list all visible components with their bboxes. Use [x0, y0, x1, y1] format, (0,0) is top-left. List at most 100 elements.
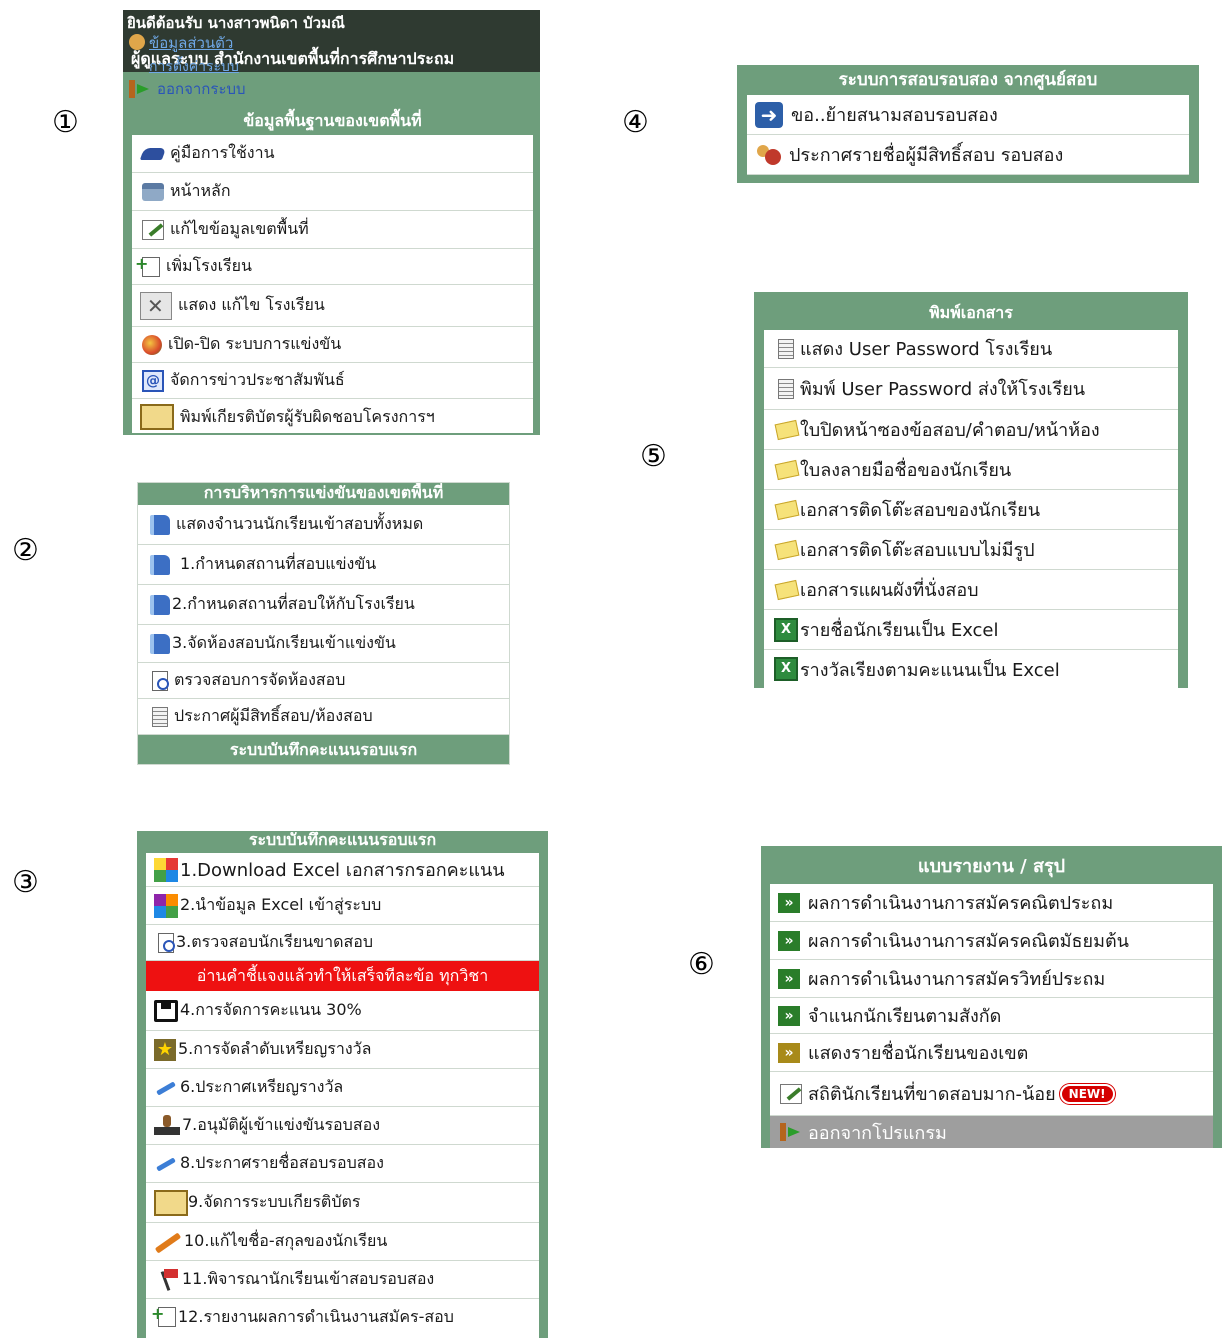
menu-item-toggle-system[interactable]: เปิด-ปิด ระบบการแข่งขัน — [132, 327, 533, 363]
double-chevron-icon: » — [778, 1005, 800, 1026]
certificate-icon — [140, 404, 174, 430]
excel-icon: X — [774, 657, 798, 681]
menu-item-report-math-primary[interactable]: » ผลการดำเนินงานการสมัครคณิตประถม — [770, 884, 1213, 922]
menu-item-label: แสดง แก้ไข โรงเรียน — [178, 295, 325, 314]
menu-item-move-venue[interactable]: ➜ ขอ..ย้ายสนามสอบรอบสอง — [747, 95, 1189, 135]
menu-item-announce-eligible[interactable]: ประกาศผู้มีสิทธิ์สอบ/ห้องสอบ — [138, 699, 509, 735]
menu-item-classify-students[interactable]: » จำแนกนักเรียนตามสังกัด — [770, 998, 1213, 1034]
menu-item-award-excel[interactable]: X รางวัลเรียงตามคะแนนเป็น Excel — [764, 650, 1178, 688]
panel-area-basic-info: ยินดีต้อนรับ นางสาวพนิดา บัวมณี ข้อมูลส่… — [123, 10, 540, 435]
menu-item-label: 3.จัดห้องสอบนักเรียนเข้าแข่งขัน — [172, 633, 396, 652]
menu-item-label: หน้าหลัก — [170, 181, 231, 200]
menu-item-label: เอกสารติดโต๊ะสอบของนักเรียน — [800, 500, 1041, 521]
menu-item-add-school[interactable]: เพิ่มโรงเรียน — [132, 249, 533, 285]
menu-item-list-students[interactable]: » แสดงรายชื่อนักเรียนของเขต — [770, 1034, 1213, 1072]
menu-item-check-absent[interactable]: 3.ตรวจสอบนักเรียนขาดสอบ — [146, 925, 539, 961]
p5-header: พิมพ์เอกสาร — [764, 292, 1178, 330]
menu-item-label: 2.นำข้อมูล Excel เข้าสู่ระบบ — [180, 895, 382, 914]
menu-item-manual[interactable]: คู่มือการใช้งาน — [132, 135, 533, 173]
menu-item-announce-eligible-second[interactable]: ประกาศรายชื่อผู้มีสิทธิ์สอบ รอบสอง — [747, 135, 1189, 175]
p1-menu: ข้อมูลพื้นฐานของเขตพื้นที่ คู่มือการใช้ง… — [130, 105, 535, 435]
marker-3: ③ — [12, 865, 39, 900]
settings-link[interactable]: การตั้งค่าระบบ — [149, 56, 239, 78]
menu-item-rank-medals[interactable]: ★ 5.การจัดลำดับเหรียญรางวัล — [146, 1031, 539, 1069]
menu-item-label: ประกาศผู้มีสิทธิ์สอบ/ห้องสอบ — [174, 706, 373, 725]
panel-print-documents: พิมพ์เอกสาร แสดง User Password โรงเรียน … — [754, 292, 1188, 688]
menu-item-signature-sheet[interactable]: ใบลงลายมือชื่อของนักเรียน — [764, 450, 1178, 490]
menu-item-manage-scores[interactable]: 4.การจัดการคะแนน 30% — [146, 991, 539, 1031]
note-icon — [774, 459, 800, 480]
menu-item-report-science-primary[interactable]: » ผลการดำเนินงานการสมัครวิทย์ประถม — [770, 960, 1213, 998]
menu-item-consider-second-round[interactable]: 11.พิจารณานักเรียนเข้าสอบรอบสอง — [146, 1261, 539, 1299]
panel-reports: แบบรายงาน / สรุป » ผลการดำเนินงานการสมัคร… — [761, 846, 1222, 1148]
edit-icon — [780, 1083, 802, 1104]
book-icon — [150, 514, 170, 535]
menu-item-label: รายชื่อนักเรียนเป็น Excel — [800, 620, 999, 641]
at-sign-icon: @ — [142, 369, 164, 392]
logout-row[interactable]: ออกจากระบบ — [123, 76, 246, 102]
menu-item-edit-area[interactable]: แก้ไขข้อมูลเขตพื้นที่ — [132, 211, 533, 249]
menu-item-report-results[interactable]: 12.รายงานผลการดำเนินงานสมัคร-สอบ — [146, 1299, 539, 1335]
dart-icon — [154, 1154, 178, 1174]
menu-item-student-excel[interactable]: X รายชื่อนักเรียนเป็น Excel — [764, 610, 1178, 650]
document-icon — [778, 338, 794, 359]
note-icon — [774, 419, 800, 440]
menu-item-label: ผลการดำเนินงานการสมัครวิทย์ประถม — [808, 969, 1106, 990]
menu-item-label: 9.จัดการระบบเกียรติบัตร — [188, 1192, 361, 1211]
marker-5: ⑤ — [640, 439, 667, 474]
menu-item-import-excel[interactable]: 2.นำข้อมูล Excel เข้าสู่ระบบ — [146, 887, 539, 925]
home-icon — [142, 182, 164, 201]
menu-item-label: เปิด-ปิด ระบบการแข่งขัน — [168, 334, 342, 353]
menu-item-certificates[interactable]: 9.จัดการระบบเกียรติบัตร — [146, 1183, 539, 1223]
menu-item-exit-program[interactable]: ออกจากโปรแกรม — [770, 1116, 1213, 1148]
menu-item-home[interactable]: หน้าหลัก — [132, 173, 533, 211]
menu-item-label: 10.แก้ไขชื่อ-สกุลของนักเรียน — [184, 1231, 388, 1250]
menu-item-label: ประกาศรายชื่อผู้มีสิทธิ์สอบ รอบสอง — [789, 145, 1064, 166]
menu-item-show-password[interactable]: แสดง User Password โรงเรียน — [764, 330, 1178, 368]
tools-icon — [140, 291, 172, 320]
menu-item-set-venue[interactable]: 1.กำหนดสถานที่สอบแข่งขัน — [138, 545, 509, 585]
menu-item-check-rooms[interactable]: ตรวจสอบการจัดห้องสอบ — [138, 663, 509, 699]
menu-item-label: พิมพ์ User Password ส่งให้โรงเรียน — [800, 379, 1086, 400]
p4-header: ระบบการสอบรอบสอง จากศูนย์สอบ — [747, 65, 1189, 95]
menu-item-label: 2.กำหนดสถานที่สอบให้กับโรงเรียน — [172, 594, 415, 613]
menu-item-label: รางวัลเรียงตามคะแนนเป็น Excel — [800, 659, 1060, 681]
book-icon — [150, 594, 170, 615]
panel-second-round: ระบบการสอบรอบสอง จากศูนย์สอบ ➜ ขอ..ย้ายสน… — [737, 65, 1199, 183]
logout-link[interactable]: ออกจากระบบ — [157, 77, 246, 101]
menu-item-show-students[interactable]: แสดงจำนวนนักเรียนเข้าสอบทั้งหมด — [138, 505, 509, 545]
menu-item-label: 12.รายงานผลการดำเนินงานสมัคร-สอบ — [178, 1306, 454, 1326]
excel-icon: X — [774, 617, 798, 642]
menu-item-print-certificate[interactable]: พิมพ์เกียรติบัตรผู้รับผิดชอบโครงการฯ — [132, 399, 533, 435]
menu-item-label: จำแนกนักเรียนตามสังกัด — [808, 1006, 1002, 1027]
double-chevron-icon: » — [778, 892, 800, 913]
menu-item-arrange-rooms[interactable]: 3.จัดห้องสอบนักเรียนเข้าแข่งขัน — [138, 625, 509, 663]
menu-item-download-excel[interactable]: 1.Download Excel เอกสารกรอกคะแนน — [146, 853, 539, 887]
menu-item-print-password[interactable]: พิมพ์ User Password ส่งให้โรงเรียน — [764, 368, 1178, 410]
menu-item-seating-chart[interactable]: เอกสารแผนผังที่นั่งสอบ — [764, 570, 1178, 610]
menu-item-label: แก้ไขข้อมูลเขตพื้นที่ — [170, 219, 309, 238]
menu-item-desk-labels-no-photo[interactable]: เอกสารติดโต๊ะสอบแบบไม่มีรูป — [764, 530, 1178, 570]
menu-item-announce-medals[interactable]: 6.ประกาศเหรียญรางวัล — [146, 1069, 539, 1107]
menu-item-desk-labels[interactable]: เอกสารติดโต๊ะสอบของนักเรียน — [764, 490, 1178, 530]
p2-footer-header[interactable]: ระบบบันทึกคะแนนรอบแรก — [138, 735, 509, 764]
panel-competition-management: การบริหารการแข่งขันของเขตพื้นที่ แสดงจำน… — [137, 482, 510, 765]
menu-item-label: ขอ..ย้ายสนามสอบรอบสอง — [791, 105, 998, 126]
menu-item-assign-venue[interactable]: 2.กำหนดสถานที่สอบให้กับโรงเรียน — [138, 585, 509, 625]
menu-item-edit-school[interactable]: แสดง แก้ไข โรงเรียน — [132, 285, 533, 327]
menu-item-label: จัดการข่าวประชาสัมพันธ์ — [170, 370, 345, 389]
menu-item-label: 4.การจัดการคะแนน 30% — [180, 1000, 362, 1019]
menu-item-label: 5.การจัดลำดับเหรียญรางวัล — [178, 1039, 372, 1058]
menu-item-edit-names[interactable]: 10.แก้ไขชื่อ-สกุลของนักเรียน — [146, 1223, 539, 1261]
menu-item-news[interactable]: @ จัดการข่าวประชาสัมพันธ์ — [132, 363, 533, 399]
menu-item-approve-second-round[interactable]: 7.อนุมัติผู้เข้าแข่งขันรอบสอง — [146, 1107, 539, 1145]
menu-item-envelope-cover[interactable]: ใบปิดหน้าซองข้อสอบ/คำตอบ/หน้าห้อง — [764, 410, 1178, 450]
book-icon — [150, 633, 170, 654]
p6-header: แบบรายงาน / สรุป — [770, 846, 1213, 884]
menu-item-absence-stats[interactable]: สถิตินักเรียนที่ขาดสอบมาก-น้อย NEW! — [770, 1072, 1213, 1116]
menu-item-announce-second-round[interactable]: 8.ประกาศรายชื่อสอบรอบสอง — [146, 1145, 539, 1183]
menu-item-report-math-secondary[interactable]: » ผลการดำเนินงานการสมัครคณิตมัธยมต้น — [770, 922, 1213, 960]
double-chevron-icon: » — [778, 968, 800, 989]
marker-1: ① — [52, 105, 79, 140]
note-icon — [774, 539, 800, 560]
